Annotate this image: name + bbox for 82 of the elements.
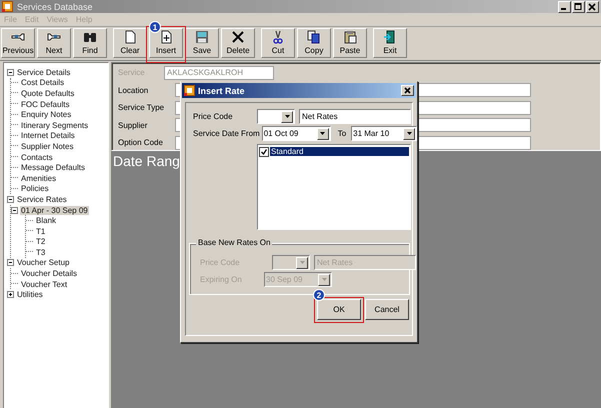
close-icon: [404, 87, 411, 94]
blank-page-icon: [123, 30, 137, 44]
minimize-icon[interactable]: [558, 0, 571, 12]
field-label: Service Date From: [193, 129, 260, 138]
tree-item[interactable]: Cost Details: [20, 78, 66, 88]
tree-item[interactable]: Voucher Details: [20, 269, 78, 278]
step-badge: 2: [313, 289, 325, 301]
tree-item[interactable]: Enquiry Notes: [20, 110, 72, 120]
tree-item[interactable]: 01 Apr - 30 Sep 09: [20, 206, 89, 215]
check-icon: [261, 148, 267, 154]
caret-icon: [300, 261, 304, 264]
tree-item[interactable]: Service Details: [16, 68, 72, 77]
tree-item[interactable]: Voucher Setup: [16, 258, 70, 268]
field-label: Option Code: [118, 138, 164, 148]
dropdown-button[interactable]: [403, 128, 416, 140]
scissors-icon: [271, 30, 285, 44]
field-label: Supplier: [118, 120, 148, 130]
tree-item[interactable]: Utilities: [16, 290, 44, 300]
tree-item[interactable]: T1: [35, 226, 46, 236]
field-label: Location: [118, 86, 150, 95]
tree-item[interactable]: Supplier Notes: [20, 142, 74, 151]
binoculars-icon: [83, 30, 97, 44]
dropdown[interactable]: [257, 109, 295, 124]
cross-icon: [231, 30, 245, 44]
field-label: Price Code: [193, 112, 234, 121]
list-item[interactable]: Standard: [270, 147, 409, 156]
tree-item[interactable]: Message Defaults: [20, 163, 86, 172]
toolbar-button[interactable]: Find: [73, 28, 107, 58]
window-title: Services Database: [17, 2, 93, 12]
collapse-icon[interactable]: [7, 68, 14, 76]
field-label: To: [338, 129, 346, 138]
app-icon: [184, 85, 195, 96]
dropdown-button[interactable]: [281, 110, 293, 122]
door-icon: [383, 30, 397, 44]
toolbar-button[interactable]: Save: [185, 28, 219, 58]
toolbar-button[interactable]: Paste: [333, 28, 367, 58]
toolbar-button[interactable]: Delete: [221, 28, 255, 58]
dialog-button[interactable]: Cancel: [365, 299, 409, 320]
tree-item[interactable]: Blank: [35, 216, 58, 226]
input-field[interactable]: Net Rates: [299, 109, 411, 124]
dropdown-button[interactable]: [316, 128, 329, 140]
tree-item[interactable]: T2: [35, 237, 46, 246]
section-heading: Date Rang: [112, 152, 180, 169]
dropdown-value: 31 Mar 10: [352, 129, 390, 138]
toolbar-button[interactable]: Exit: [373, 28, 407, 58]
close-button[interactable]: [401, 85, 414, 96]
collapse-icon[interactable]: [7, 196, 14, 203]
tree-item[interactable]: Itinerary Segments: [20, 120, 90, 130]
toolbar-button[interactable]: Next: [37, 28, 71, 58]
close-icon[interactable]: [586, 0, 599, 12]
tree-item[interactable]: FOC Defaults: [20, 100, 70, 109]
tree-item[interactable]: Quote Defaults: [20, 88, 76, 98]
tree-item[interactable]: Contacts: [20, 152, 54, 162]
toolbar-button[interactable]: Clear: [113, 28, 147, 58]
collapse-icon[interactable]: [11, 206, 18, 214]
tree-item[interactable]: Policies: [20, 184, 50, 194]
tree-item[interactable]: T3: [35, 248, 46, 257]
field-label: Service Type: [118, 103, 166, 112]
app-icon: [2, 1, 13, 12]
tree-item[interactable]: Amenities: [20, 174, 58, 183]
step-badge: 1: [149, 21, 161, 33]
page-plus-icon: [159, 30, 173, 44]
collapse-icon[interactable]: [7, 259, 14, 266]
caret-icon: [322, 278, 326, 281]
dialog-title: Insert Rate: [198, 86, 245, 96]
maximize-icon[interactable]: [572, 0, 585, 12]
toolbar-button[interactable]: Previous: [1, 28, 35, 58]
dropdown-value: 01 Oct 09: [262, 129, 300, 138]
tree-item[interactable]: Voucher Text: [20, 280, 68, 289]
paste-icon: [343, 30, 357, 44]
tree-item[interactable]: Service Rates: [16, 194, 68, 204]
expand-icon[interactable]: [7, 291, 14, 298]
highlight-frame: [146, 26, 186, 63]
toolbar-button[interactable]: Cut: [261, 28, 295, 58]
copy-icon: [307, 30, 321, 44]
toolbar-button[interactable]: Copy: [297, 28, 331, 58]
dropdown[interactable]: 31 Mar 10: [351, 126, 418, 141]
dialog-button[interactable]: OK: [317, 299, 361, 320]
tree-item[interactable]: Internet Details: [20, 131, 76, 140]
group-title: Base New Rates On: [196, 238, 272, 247]
dropdown[interactable]: 01 Oct 09: [262, 126, 331, 141]
checkbox[interactable]: [259, 146, 269, 156]
